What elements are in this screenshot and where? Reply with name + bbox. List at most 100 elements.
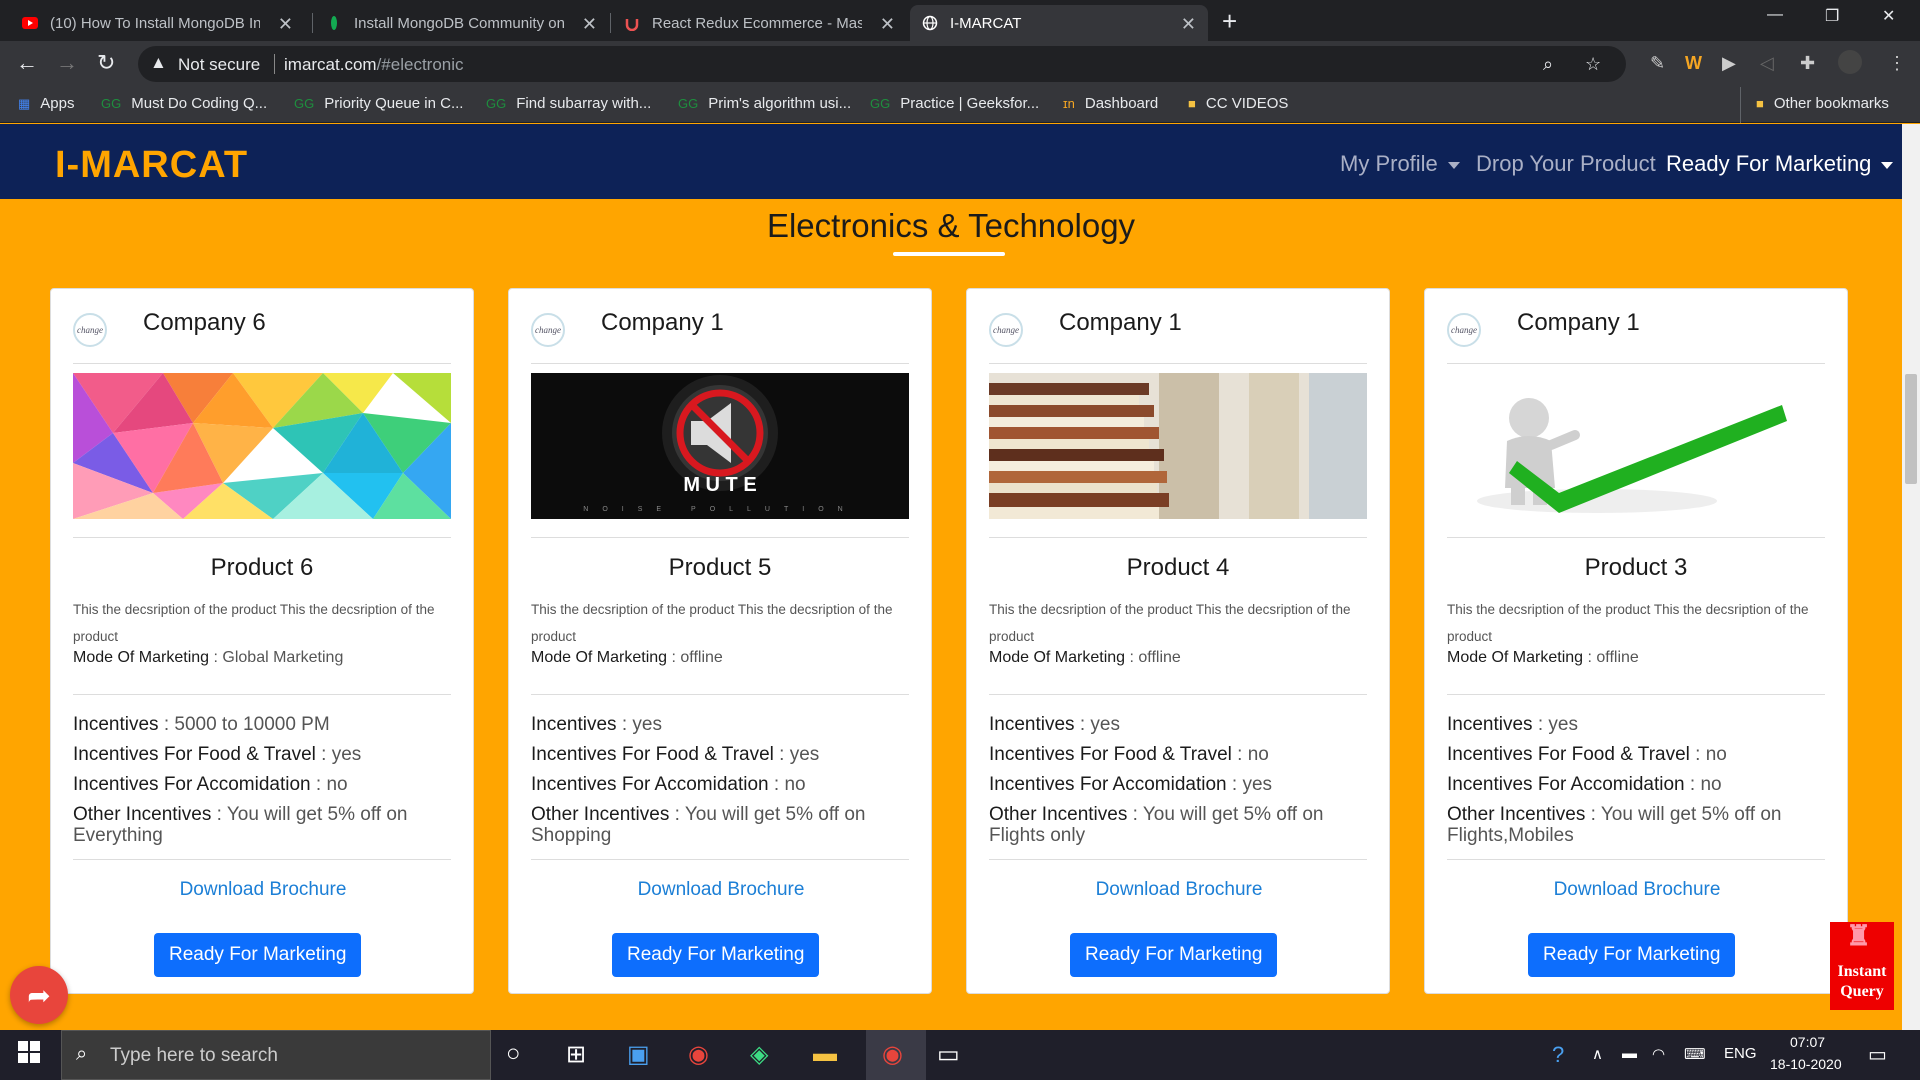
clock-date[interactable]: 18-10-2020: [1770, 1056, 1842, 1072]
ready-for-marketing-button[interactable]: Ready For Marketing: [1070, 933, 1278, 977]
instant-query-widget[interactable]: ♜ Instant Query: [1830, 922, 1894, 1010]
bookmark-item[interactable]: GG Priority Queue in C...: [294, 95, 463, 112]
tab-title: I-MARCAT: [950, 14, 1022, 32]
tab-mongodb[interactable]: Install MongoDB Community on ✕: [314, 5, 609, 41]
folder-icon: ■: [1756, 96, 1764, 111]
ready-for-marketing-button[interactable]: Ready For Marketing: [1528, 933, 1736, 977]
close-tab-icon[interactable]: ✕: [278, 14, 293, 35]
share-arrow-icon[interactable]: ➦: [10, 966, 68, 1024]
cortana-icon[interactable]: ○: [506, 1040, 521, 1068]
task-view-icon[interactable]: ⊞: [566, 1040, 586, 1069]
minimize-icon[interactable]: —: [1767, 6, 1783, 24]
warning-icon: ▲: [150, 53, 167, 72]
close-window-icon[interactable]: ✕: [1882, 6, 1895, 26]
taskbar-search-box[interactable]: ⌕ Type here to search: [61, 1030, 491, 1080]
scrollbar-thumb[interactable]: [1905, 374, 1917, 484]
divider: [989, 363, 1367, 364]
bookmark-item[interactable]: GG Must Do Coding Q...: [101, 95, 267, 112]
nav-drop-product[interactable]: Drop Your Product: [1476, 151, 1656, 177]
field-label: Incentives For Food & Travel: [531, 744, 774, 765]
notification-icon[interactable]: ▭: [1868, 1042, 1887, 1067]
field-label: Other Incentives: [989, 804, 1128, 825]
language-indicator[interactable]: ENG: [1724, 1045, 1757, 1062]
address-bar[interactable]: ▲ Not secure imarcat.com/#electronic ⌕ ☆: [138, 46, 1626, 82]
field-label: Incentives For Food & Travel: [73, 744, 316, 765]
bookmark-item[interactable]: GG Practice | Geeksfor...: [870, 95, 1039, 112]
terminal-icon[interactable]: ▭: [937, 1040, 960, 1069]
wifi-icon[interactable]: ◠: [1652, 1045, 1665, 1063]
ready-for-marketing-button[interactable]: Ready For Marketing: [154, 933, 362, 977]
url-text[interactable]: imarcat.com/#electronic: [284, 55, 464, 75]
restore-icon[interactable]: ❐: [1825, 6, 1839, 26]
tab-udemy[interactable]: React Redux Ecommerce - Maste ✕: [612, 5, 907, 41]
bookmark-item[interactable]: ɪn Dashboard: [1063, 95, 1158, 112]
new-tab-icon[interactable]: +: [1222, 6, 1237, 37]
download-brochure-link[interactable]: Download Brochure: [51, 879, 475, 901]
search-icon: ⌕: [76, 1043, 88, 1065]
forward-icon[interactable]: →: [56, 50, 78, 76]
browser-toolbar: ← → ↻ ▲ Not secure imarcat.com/#electron…: [0, 41, 1920, 87]
chrome-active-taskbar[interactable]: ◉: [866, 1030, 926, 1080]
page-content: I-MARCAT My Profile Drop Your Product Re…: [0, 124, 1902, 1030]
download-brochure-link[interactable]: Download Brochure: [967, 879, 1391, 901]
bookmark-star-icon[interactable]: ☆: [1585, 54, 1601, 75]
android-studio-icon[interactable]: ◈: [750, 1040, 768, 1069]
download-brochure-link[interactable]: Download Brochure: [509, 879, 933, 901]
divider: [73, 537, 451, 538]
bookmark-item[interactable]: GG Find subarray with...: [486, 95, 651, 112]
back-icon[interactable]: ←: [16, 50, 38, 76]
clock-time[interactable]: 07:07: [1790, 1034, 1825, 1050]
bookmark-label: Other bookmarks: [1773, 95, 1889, 112]
chevron-up-icon[interactable]: ∧: [1592, 1045, 1603, 1063]
url-host: imarcat.com: [284, 55, 377, 74]
field-value: : yes: [1074, 714, 1120, 735]
bookmark-apps[interactable]: ▦ Apps: [18, 95, 75, 112]
chrome-icon[interactable]: ◉: [688, 1040, 709, 1069]
windows-start-icon[interactable]: [18, 1041, 40, 1070]
sound-extension-icon[interactable]: ◁: [1760, 53, 1774, 74]
help-icon[interactable]: ?: [1552, 1042, 1564, 1068]
ready-for-marketing-button[interactable]: Ready For Marketing: [612, 933, 820, 977]
battery-icon[interactable]: ▬: [1622, 1045, 1637, 1062]
tab-divider: [610, 13, 611, 33]
app-window-icon[interactable]: ▣: [627, 1040, 650, 1069]
close-tab-icon[interactable]: ✕: [1181, 14, 1196, 35]
download-brochure-link[interactable]: Download Brochure: [1425, 879, 1849, 901]
close-tab-icon[interactable]: ✕: [880, 14, 895, 35]
menu-dots-icon[interactable]: ⋮: [1888, 53, 1906, 74]
security-label[interactable]: Not secure: [178, 55, 260, 75]
w-extension-icon[interactable]: W: [1685, 53, 1702, 74]
incentives-accomodation: Incentives For Accomidation : yes: [989, 774, 1367, 795]
pen-extension-icon[interactable]: ✎: [1650, 53, 1665, 74]
divider: [1447, 363, 1825, 364]
divider: [531, 694, 909, 695]
product-name: Product 3: [1584, 554, 1688, 581]
incentives: Incentives : yes: [989, 714, 1367, 735]
tab-imarcat[interactable]: I-MARCAT ✕: [910, 5, 1208, 41]
product-name: Product 4: [1126, 554, 1230, 581]
divider: [989, 537, 1367, 538]
company-name: Company 1: [601, 309, 724, 336]
product-name: Product 5: [668, 554, 772, 581]
brand-logo[interactable]: I-MARCAT: [55, 144, 248, 187]
extensions-puzzle-icon[interactable]: ✚: [1800, 53, 1815, 74]
profile-avatar[interactable]: [1838, 50, 1862, 74]
bookmark-folder[interactable]: ■ CC VIDEOS: [1188, 95, 1288, 112]
bookmark-item[interactable]: GG Prim's algorithm usi...: [678, 95, 851, 112]
reload-icon[interactable]: ↻: [97, 50, 115, 76]
nav-ready-for-marketing[interactable]: Ready For Marketing: [1666, 151, 1894, 177]
field-value: : yes: [773, 744, 820, 765]
page-scrollbar[interactable]: [1902, 124, 1920, 1030]
bookmark-label: Prim's algorithm usi...: [708, 95, 852, 112]
field-label: Incentives: [73, 714, 159, 735]
incentives: Incentives : yes: [1447, 714, 1825, 735]
media-extension-icon[interactable]: ▶: [1722, 53, 1736, 74]
file-explorer-icon[interactable]: ▬: [813, 1040, 837, 1068]
keyboard-icon[interactable]: ⌨: [1684, 1045, 1706, 1063]
nav-my-profile[interactable]: My Profile: [1340, 151, 1460, 177]
zoom-search-icon[interactable]: ⌕: [1543, 54, 1553, 75]
bookmark-label: Dashboard: [1084, 95, 1159, 112]
tab-youtube[interactable]: (10) How To Install MongoDB In ✕: [10, 5, 305, 41]
close-tab-icon[interactable]: ✕: [582, 14, 597, 35]
other-bookmarks[interactable]: ■ Other bookmarks: [1756, 95, 1889, 112]
